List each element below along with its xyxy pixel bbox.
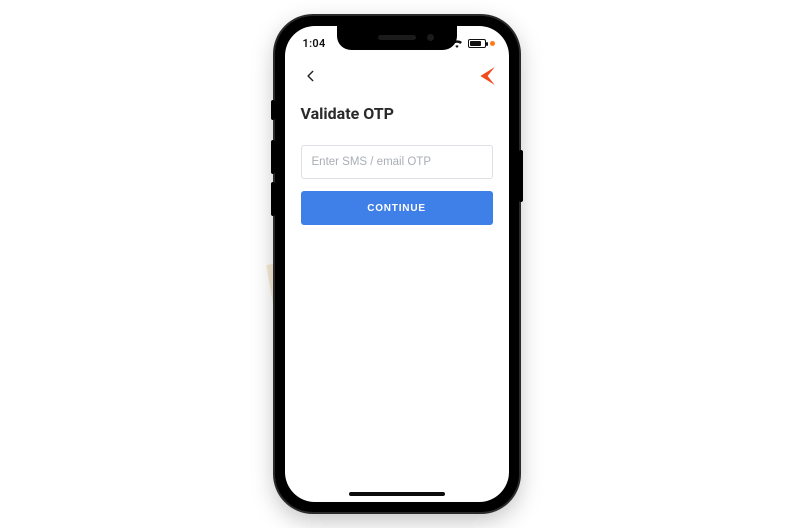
recording-indicator-icon (490, 41, 495, 46)
phone-screen: 1:04 (285, 26, 509, 502)
phone-notch (337, 26, 457, 50)
home-indicator[interactable] (349, 492, 445, 496)
kite-logo-icon (473, 67, 495, 85)
back-button[interactable] (299, 64, 323, 88)
status-time: 1:04 (303, 37, 326, 50)
phone-mute-switch (271, 100, 275, 120)
app-header (285, 60, 509, 92)
continue-button[interactable]: CONTINUE (301, 191, 493, 225)
phone-volume-down (271, 182, 275, 216)
phone-power-button (519, 150, 523, 202)
chevron-left-icon (304, 69, 318, 83)
otp-input[interactable] (301, 145, 493, 179)
phone-volume-up (271, 140, 275, 174)
page-content: Validate OTP CONTINUE (285, 92, 509, 225)
phone-frame: 1:04 (275, 16, 519, 512)
page-title: Validate OTP (301, 104, 493, 123)
battery-icon (468, 39, 486, 48)
